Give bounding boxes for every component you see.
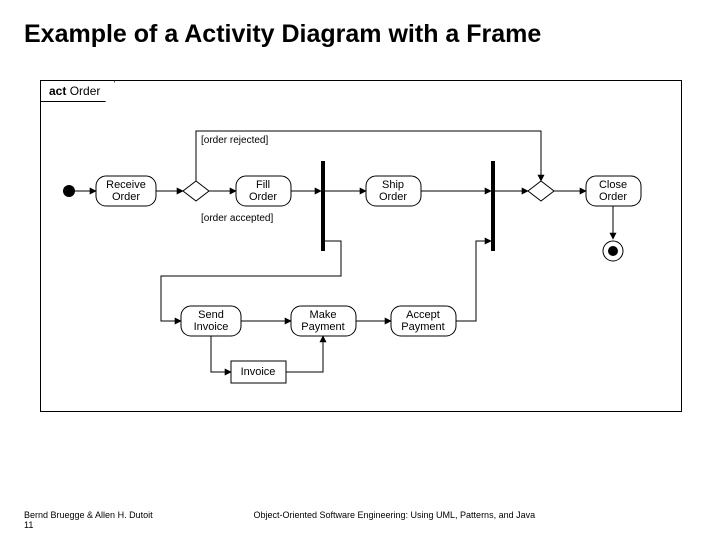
activity-send-invoice-label2: Invoice <box>194 321 229 333</box>
activity-fill-label2: Order <box>249 191 277 203</box>
activity-accept-payment-label2: Payment <box>401 321 444 333</box>
flow <box>456 241 491 321</box>
join-bar <box>491 161 495 251</box>
activity-ship-label2: Order <box>379 191 407 203</box>
guard-accepted: [order accepted] <box>201 213 273 224</box>
activity-fill-label1: Fill <box>256 179 270 191</box>
activity-send-invoice-label1: Send <box>198 309 224 321</box>
page-title: Example of a Activity Diagram with a Fra… <box>24 20 541 49</box>
activity-receive-label2: Order <box>112 191 140 203</box>
footer-page: 11 <box>24 520 33 530</box>
flow <box>211 336 231 372</box>
flow <box>286 336 323 372</box>
activity-accept-payment-label1: Accept <box>406 309 440 321</box>
footer: Bernd Bruegge & Allen H. Dutoit 11 Objec… <box>24 510 696 530</box>
footer-book: Object-Oriented Software Engineering: Us… <box>153 510 636 520</box>
activity-make-payment-label1: Make <box>310 309 337 321</box>
fork-bar <box>321 161 325 251</box>
activity-ship-label1: Ship <box>382 179 404 191</box>
activity-close-label2: Order <box>599 191 627 203</box>
initial-node <box>63 185 75 197</box>
decision-node <box>183 181 209 201</box>
activity-make-payment-label2: Payment <box>301 321 344 333</box>
final-node-inner <box>608 246 618 256</box>
activity-close-label1: Close <box>599 179 627 191</box>
footer-authors: Bernd Bruegge & Allen H. Dutoit <box>24 510 153 520</box>
activity-receive-label1: Receive <box>106 179 146 191</box>
activity-diagram-svg: Receive Order [order rejected] [order ac… <box>41 81 681 411</box>
guard-rejected: [order rejected] <box>201 135 268 146</box>
object-invoice-label: Invoice <box>241 366 276 378</box>
merge-node <box>528 181 554 201</box>
diagram-frame: act Order Receive Order [order rejected]… <box>40 80 682 412</box>
